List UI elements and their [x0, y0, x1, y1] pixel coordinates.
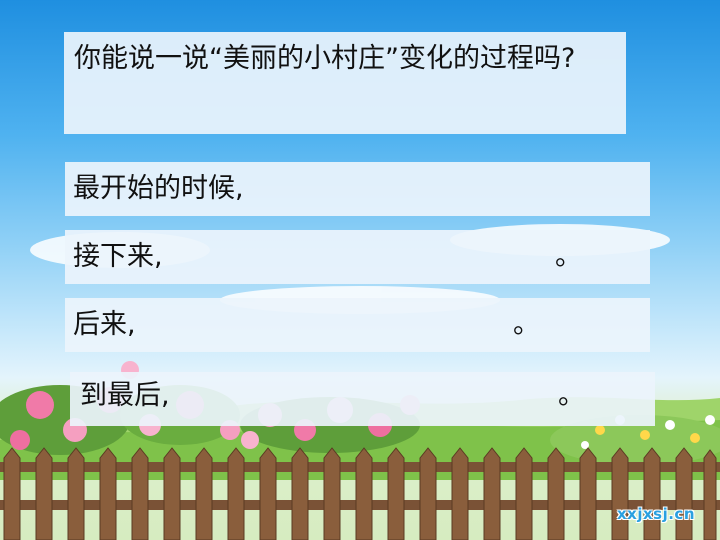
- prompt-text: 最开始的时候,: [73, 173, 244, 204]
- prompt-text: 后来,: [73, 309, 136, 340]
- question-box: 你能说一说“美丽的小村庄”变化的过程吗?: [64, 32, 626, 134]
- wooden-fence-icon: [0, 447, 720, 540]
- prompt-end-mark: 。: [513, 309, 540, 340]
- prompt-box-next: 接下来, 。: [65, 230, 650, 284]
- prompt-end-mark: 。: [555, 241, 582, 272]
- prompt-text: 接下来,: [73, 241, 163, 272]
- prompt-box-later: 后来, 。: [65, 298, 650, 352]
- prompt-end-mark: 。: [558, 380, 585, 411]
- prompt-box-finally: 到最后, 。: [70, 372, 655, 426]
- prompt-box-first: 最开始的时候,: [65, 162, 650, 216]
- watermark-text: xxjxsj.cn: [617, 505, 696, 523]
- prompt-text: 到最后,: [80, 380, 170, 411]
- question-text: 你能说一说“美丽的小村庄”变化的过程吗?: [74, 43, 576, 74]
